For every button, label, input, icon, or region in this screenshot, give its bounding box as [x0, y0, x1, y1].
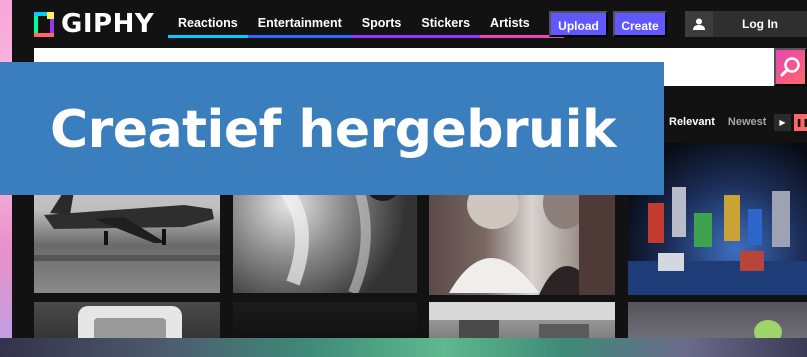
search-button[interactable] — [774, 48, 807, 86]
nav-underline — [247, 35, 352, 38]
nav-item-label: Stickers — [421, 16, 471, 30]
nav-item-stickers[interactable]: Stickers — [411, 12, 481, 38]
user-icon — [685, 11, 713, 37]
sort-relevant[interactable]: Relevant — [669, 116, 715, 128]
nav-item-sports[interactable]: Sports — [351, 12, 412, 38]
nav-item-artists[interactable]: Artists — [480, 12, 540, 38]
play-icon[interactable]: ▶ — [774, 114, 791, 131]
brand-name: GIPHY — [61, 9, 155, 39]
main-nav: Reactions Entertainment Sports Stickers … — [168, 12, 564, 38]
login-button[interactable]: Log In — [685, 11, 807, 37]
pause-icon[interactable]: ❚❚ — [794, 114, 807, 131]
background-strip-bottom — [0, 338, 807, 357]
nav-underline — [168, 35, 248, 38]
giphy-logo[interactable]: GIPHY — [34, 11, 154, 37]
sort-options: Relevant Newest — [669, 116, 776, 128]
upload-button[interactable]: Upload — [549, 11, 608, 37]
nav-underline — [411, 35, 481, 38]
nav-underline — [480, 35, 540, 38]
autoplay-toggle: ▶ ❚❚ — [774, 114, 807, 131]
create-button[interactable]: Create — [613, 11, 667, 37]
nav-item-label: Entertainment — [257, 16, 342, 30]
nav-item-label: Reactions — [178, 16, 238, 30]
banner-title: Creatief hergebruik — [50, 100, 617, 160]
sort-newest[interactable]: Newest — [728, 116, 767, 128]
nav-item-entertainment[interactable]: Entertainment — [247, 12, 352, 38]
login-label: Log In — [742, 17, 778, 31]
nav-item-reactions[interactable]: Reactions — [168, 12, 248, 38]
nav-item-label: Artists — [490, 16, 530, 30]
nav-item-label: Sports — [361, 16, 402, 30]
nav-underline — [351, 35, 412, 38]
search-icon — [780, 57, 800, 77]
giphy-logo-icon — [34, 11, 54, 37]
